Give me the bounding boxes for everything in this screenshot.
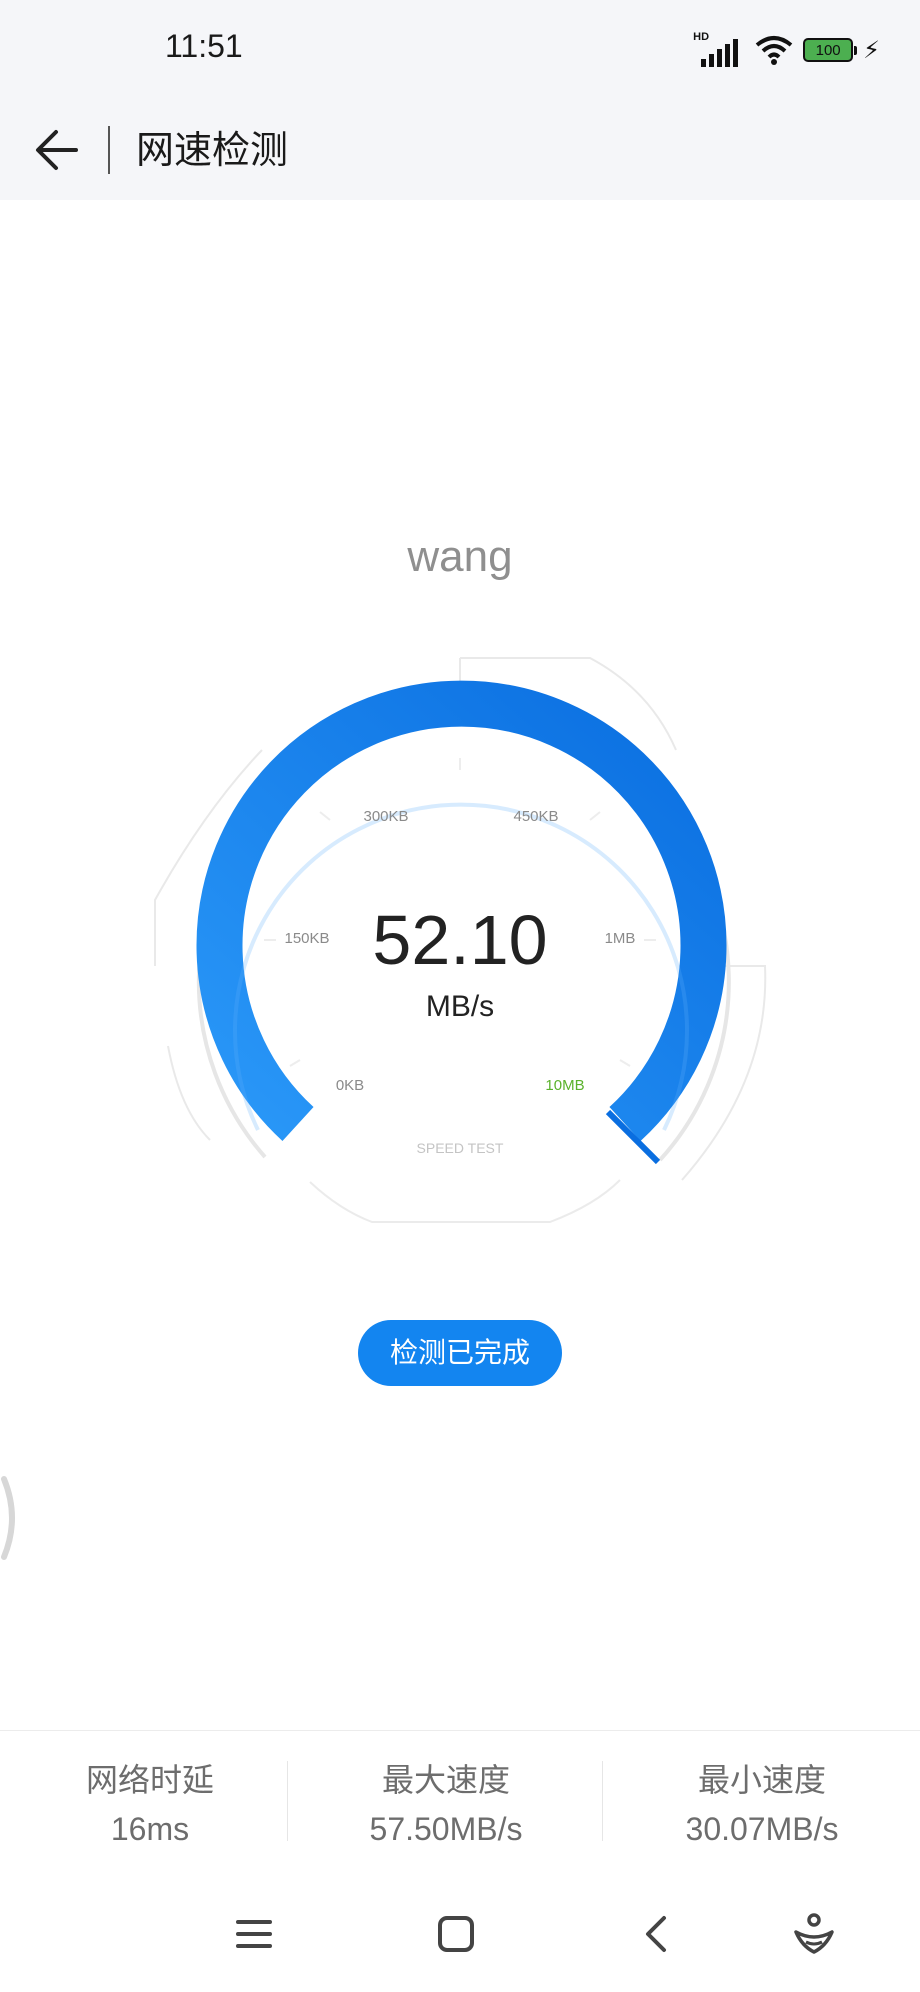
speed-value: 52.10 <box>372 901 548 979</box>
back-icon <box>646 1916 666 1952</box>
stat-min-speed: 最小速度 30.07MB/s <box>612 1731 912 1848</box>
home-button[interactable] <box>424 1902 488 1966</box>
stat-value: 57.50MB/s <box>369 1811 523 1847</box>
stat-label: 最大速度 <box>381 1761 510 1799</box>
menu-button[interactable] <box>222 1902 286 1966</box>
home-icon <box>438 1916 474 1952</box>
test-complete-button[interactable]: 检测已完成 <box>358 1320 562 1386</box>
system-nav-bar <box>0 1880 920 1992</box>
stats-panel: 网络时延 16ms 最大速度 57.50MB/s 最小速度 30.07MB/s <box>0 1730 920 1861</box>
system-back-button[interactable] <box>626 1902 690 1966</box>
tick-label: 0KB <box>335 1077 365 1094</box>
stat-max-speed: 最大速度 57.50MB/s <box>296 1731 596 1848</box>
stat-value: 30.07MB/s <box>685 1811 839 1847</box>
tick-label: 300KB <box>363 808 409 825</box>
stat-value: 16ms <box>110 1811 190 1847</box>
assistant-button[interactable] <box>782 1902 846 1966</box>
edge-swipe-handle[interactable] <box>0 1475 22 1561</box>
speed-unit: MB/s <box>425 990 495 1023</box>
stat-label: 最小速度 <box>697 1761 826 1799</box>
menu-icon <box>236 1920 272 1948</box>
stat-divider <box>287 1761 288 1841</box>
stat-divider <box>602 1761 603 1841</box>
stat-latency: 网络时延 16ms <box>0 1731 300 1848</box>
stat-label: 网络时延 <box>85 1761 214 1799</box>
tick-label-max: 10MB <box>545 1077 585 1094</box>
speed-test-label: SPEED TEST <box>416 1140 504 1156</box>
assistant-icon <box>794 1913 834 1954</box>
tick-label: 450KB <box>513 808 559 825</box>
